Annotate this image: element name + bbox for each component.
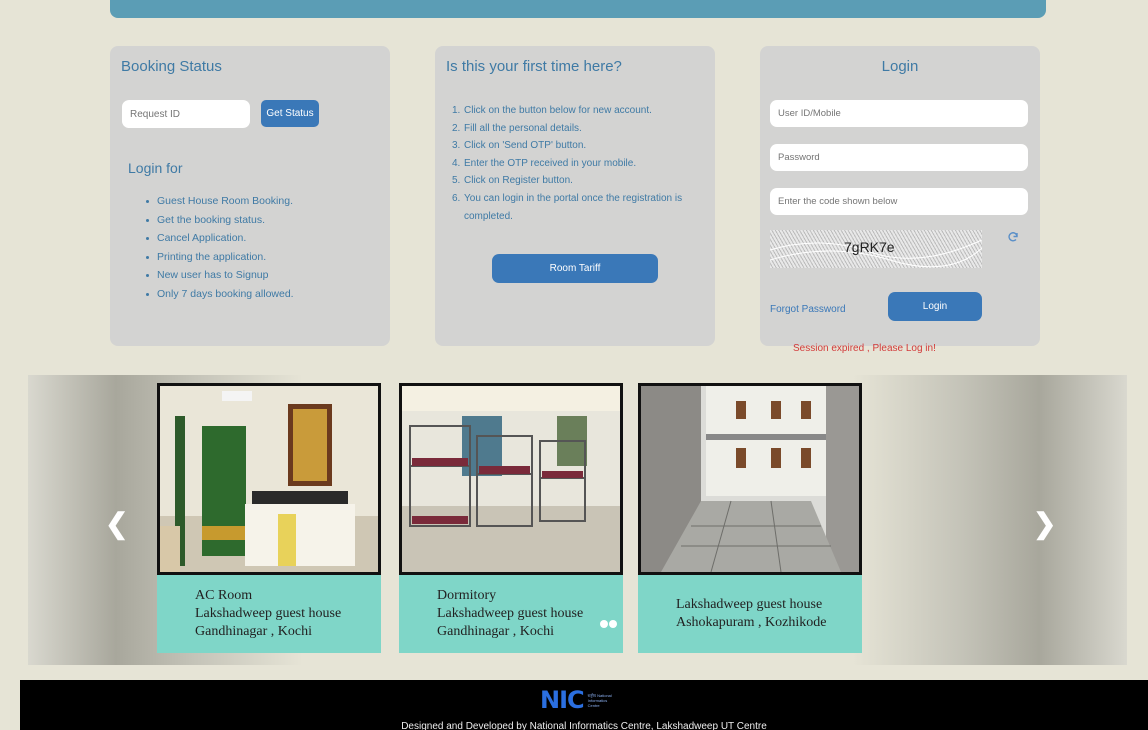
booking-status-panel: Booking Status Get Status Login for Gues… [110,46,390,346]
dormitory-photo [399,383,623,575]
list-item: Cancel Application. [146,229,294,248]
chevron-right-icon[interactable]: ❯ [1033,507,1056,540]
list-item: Get the booking status. [146,211,294,230]
footer-credit: Designed and Developed by National Infor… [401,721,767,730]
ac-room-photo [157,383,381,575]
room-carousel: ❮ ❯ AC Room Lakshadweep guest house Gand… [28,375,1127,665]
session-expired-message: Session expired , Please Log in! [793,343,936,354]
chevron-left-icon[interactable]: ❮ [105,507,128,540]
first-time-title: Is this your first time here? [446,58,622,75]
list-item: 6. You can login in the portal once the r… [452,192,683,222]
list-item: 2. Fill all the personal details. [452,122,582,134]
login-for-title: Login for [128,160,183,176]
get-status-button[interactable]: Get Status [261,100,319,127]
list-item: 1. Click on the button below for new acco… [452,105,652,116]
password-input[interactable] [770,144,1028,171]
list-item: 4. Enter the OTP received in your mobile. [452,157,637,169]
booking-status-title: Booking Status [121,58,222,75]
login-panel: Login 7gRK7e Forgot Password Login [760,46,1040,346]
first-time-panel: Is this your first time here? 1. Click on… [435,46,715,346]
user-id-input[interactable] [770,100,1028,127]
refresh-captcha-icon[interactable] [1007,231,1019,243]
forgot-password-link[interactable]: Forgot Password [770,304,846,315]
kozhikode-building-photo [638,383,862,575]
room-card-ac[interactable]: AC Room Lakshadweep guest house Gandhina… [157,383,381,653]
room-card-kozhikode[interactable]: Lakshadweep guest house Ashokapuram , Ko… [638,383,862,653]
room-tariff-button[interactable]: Room Tariff [492,254,658,283]
list-item: New user has to Signup [146,266,294,285]
card-caption: AC Room Lakshadweep guest house Gandhina… [157,575,381,653]
list-item: 3. Click on 'Send OTP' button. [452,140,587,152]
top-banner-bar [110,0,1046,18]
login-for-list: Guest House Room Booking. Get the bookin… [146,192,294,303]
footer: NIC राष्ट्रीय National Informatics Centr… [20,680,1148,730]
list-item: 5. Click on Register button. [452,175,573,187]
captcha-image: 7gRK7e [770,230,982,268]
carousel-indicator[interactable] [600,620,608,628]
room-card-dormitory[interactable]: Dormitory Lakshadweep guest house Gandhi… [399,383,623,653]
card-caption: Lakshadweep guest house Ashokapuram , Ko… [638,575,862,653]
list-item: Only 7 days booking allowed. [146,285,294,304]
nic-logo: NIC राष्ट्रीय National Informatics Centr… [540,686,612,714]
card-caption: Dormitory Lakshadweep guest house Gandhi… [399,575,623,653]
login-title: Login [881,58,919,75]
captcha-text: 7gRK7e [844,239,895,255]
list-item: Guest House Room Booking. [146,192,294,211]
registration-steps: 1. Click on the button below for new acco… [452,102,707,225]
carousel-indicator-active[interactable] [609,620,617,628]
list-item: Printing the application. [146,248,294,267]
request-id-input[interactable] [122,100,250,128]
captcha-input[interactable] [770,188,1028,215]
login-button[interactable]: Login [888,292,982,321]
